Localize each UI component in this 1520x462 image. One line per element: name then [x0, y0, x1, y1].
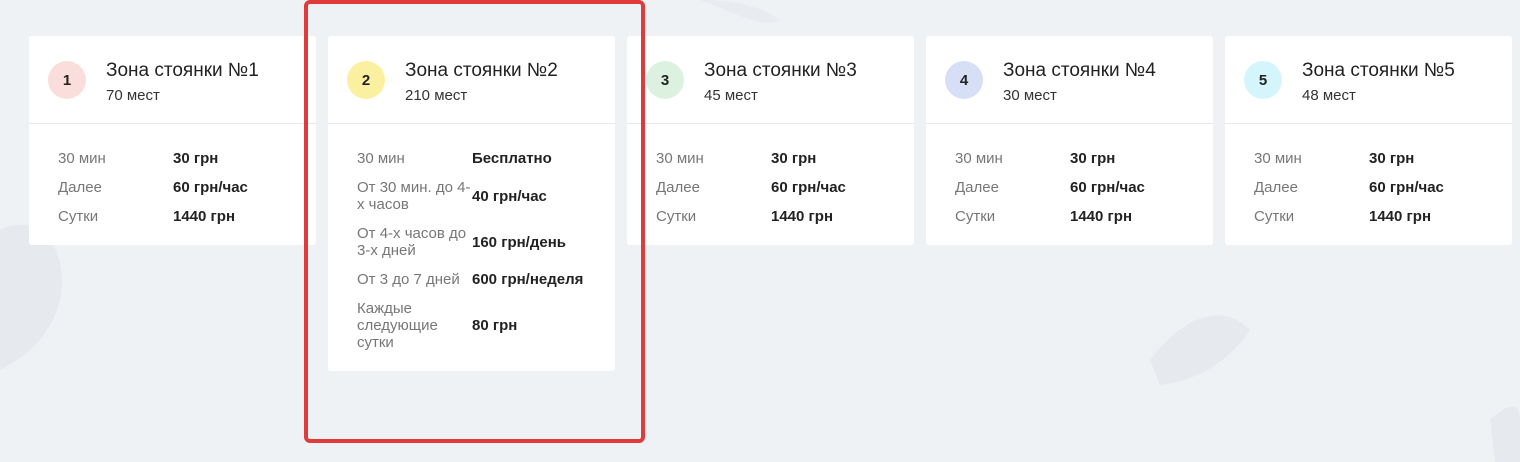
rate-label: 30 мин [1254, 150, 1302, 167]
zone-places: 210 мест [405, 87, 468, 104]
rate-label: Сутки [58, 208, 99, 225]
rate-value: 60 грн/час [1070, 179, 1145, 196]
zone-number-badge: 3 [646, 61, 684, 99]
rate-value: 60 грн/час [1369, 179, 1444, 196]
zone-card-3: 3 Зона стоянки №3 45 мест 30 мин 30 грн … [627, 36, 914, 245]
rate-row: 30 мин 30 грн [656, 150, 885, 167]
rate-row: Далее 60 грн/час [955, 179, 1184, 196]
rate-row: От 3 до 7 дней 600 грн/неделя [357, 271, 586, 288]
zone-places: 45 мест [704, 87, 758, 104]
zone-number-badge: 5 [1244, 61, 1282, 99]
rate-label: От 30 мин. до 4-х часов [357, 179, 471, 213]
rate-row: От 4-х часов до 3-х дней 160 грн/день [357, 225, 586, 259]
rate-value: 40 грн/час [472, 187, 547, 205]
parking-zones-list: 1 Зона стоянки №1 70 мест 30 мин 30 грн … [29, 36, 1512, 371]
rate-value: 600 грн/неделя [472, 271, 584, 288]
rate-row: 30 мин 30 грн [1254, 150, 1483, 167]
rate-value: 30 грн [1070, 150, 1116, 167]
rate-value: 30 грн [173, 150, 219, 167]
rate-value: 1440 грн [173, 208, 236, 225]
zone-title: Зона стоянки №4 [1003, 60, 1156, 81]
rate-label: Далее [1254, 179, 1298, 196]
rate-value: 160 грн/день [472, 233, 566, 251]
rate-label: Каждые следующие сутки [357, 300, 438, 351]
zone-places: 30 мест [1003, 87, 1057, 104]
rate-label: Далее [58, 179, 102, 196]
zone-title: Зона стоянки №1 [106, 60, 259, 81]
rate-label: От 4-х часов до 3-х дней [357, 225, 467, 259]
rate-row: 30 мин 30 грн [58, 150, 287, 167]
zone-number-badge: 1 [48, 61, 86, 99]
rate-label: 30 мин [357, 150, 405, 167]
zone-card-header: 3 Зона стоянки №3 45 мест [627, 36, 914, 124]
rate-label: Далее [656, 179, 700, 196]
rate-row: 30 мин 30 грн [955, 150, 1184, 167]
rate-label: 30 мин [955, 150, 1003, 167]
rate-row: Сутки 1440 грн [656, 208, 885, 225]
zone-card-1: 1 Зона стоянки №1 70 мест 30 мин 30 грн … [29, 36, 316, 245]
rate-row: От 30 мин. до 4-х часов 40 грн/час [357, 179, 586, 213]
rate-row: Далее 60 грн/час [1254, 179, 1483, 196]
rate-label: Сутки [656, 208, 697, 225]
zone-places: 48 мест [1302, 87, 1356, 104]
zone-number-badge: 2 [347, 61, 385, 99]
zone-card-header: 2 Зона стоянки №2 210 мест [328, 36, 615, 124]
zone-card-header: 1 Зона стоянки №1 70 мест [29, 36, 316, 124]
zone-title: Зона стоянки №2 [405, 60, 558, 81]
rate-row: Далее 60 грн/час [656, 179, 885, 196]
zone-number-badge: 4 [945, 61, 983, 99]
rate-value: 60 грн/час [173, 179, 248, 196]
zone-card-header: 5 Зона стоянки №5 48 мест [1225, 36, 1512, 124]
rate-row: Сутки 1440 грн [1254, 208, 1483, 225]
zone-rates: 30 мин Бесплатно От 30 мин. до 4-х часов… [328, 124, 615, 371]
rate-value: 80 грн [472, 317, 518, 334]
rate-value: 60 грн/час [771, 179, 846, 196]
zone-rates: 30 мин 30 грн Далее 60 грн/час Сутки 144… [926, 124, 1213, 245]
rate-label: 30 мин [58, 150, 106, 167]
rate-row: Сутки 1440 грн [955, 208, 1184, 225]
rate-value: 1440 грн [1369, 208, 1432, 225]
rate-row: Сутки 1440 грн [58, 208, 287, 225]
zone-card-2: 2 Зона стоянки №2 210 мест 30 мин Беспла… [328, 36, 615, 371]
zone-rates: 30 мин 30 грн Далее 60 грн/час Сутки 144… [627, 124, 914, 245]
rate-label: От 3 до 7 дней [357, 271, 460, 288]
zone-card-header: 4 Зона стоянки №4 30 мест [926, 36, 1213, 124]
zone-card-4: 4 Зона стоянки №4 30 мест 30 мин 30 грн … [926, 36, 1213, 245]
rate-value: 30 грн [1369, 150, 1415, 167]
rate-row: Далее 60 грн/час [58, 179, 287, 196]
rate-row: Каждые следующие сутки 80 грн [357, 300, 586, 351]
zone-title: Зона стоянки №5 [1302, 60, 1455, 81]
rate-value: 1440 грн [771, 208, 834, 225]
zone-title: Зона стоянки №3 [704, 60, 857, 81]
zone-rates: 30 мин 30 грн Далее 60 грн/час Сутки 144… [29, 124, 316, 245]
rate-row: 30 мин Бесплатно [357, 150, 586, 167]
rate-value: 30 грн [771, 150, 817, 167]
zone-rates: 30 мин 30 грн Далее 60 грн/час Сутки 144… [1225, 124, 1512, 245]
rate-label: Сутки [1254, 208, 1295, 225]
rate-value: Бесплатно [472, 150, 552, 167]
rate-label: Сутки [955, 208, 996, 225]
rate-label: Далее [955, 179, 999, 196]
rate-value: 1440 грн [1070, 208, 1133, 225]
zone-places: 70 мест [106, 87, 160, 104]
zone-card-5: 5 Зона стоянки №5 48 мест 30 мин 30 грн … [1225, 36, 1512, 245]
rate-label: 30 мин [656, 150, 704, 167]
